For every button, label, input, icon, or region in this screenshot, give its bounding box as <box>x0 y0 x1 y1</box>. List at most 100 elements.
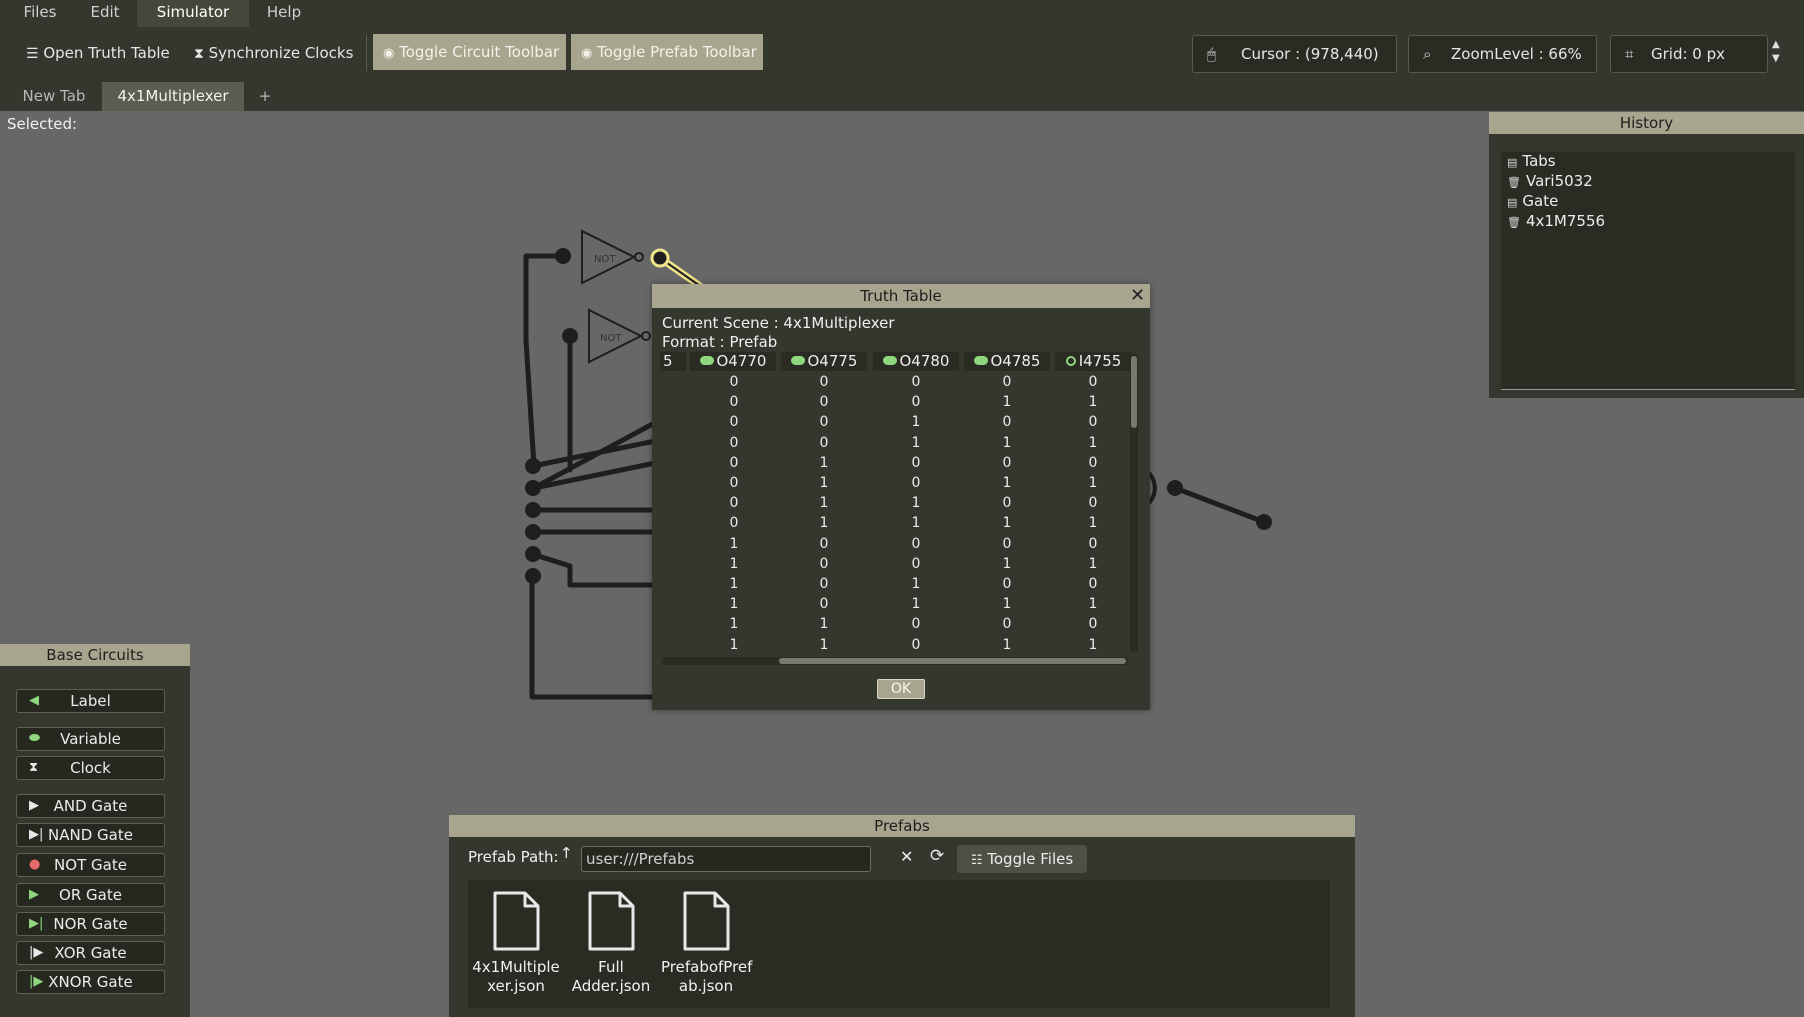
column-header-label: O4780 <box>899 352 950 370</box>
truth-table-cell: 1 <box>1002 515 1012 532</box>
base-label-button[interactable]: ◀ Label <box>16 689 165 713</box>
prefab-file-name: PrefabofPref <box>661 958 753 976</box>
truth-table-cell: 1 <box>1002 475 1012 491</box>
base-nand-gate-button[interactable]: ▶| NAND Gate <box>16 823 165 847</box>
selected-wire[interactable] <box>650 248 707 292</box>
connection-point[interactable] <box>525 568 541 584</box>
file-edit-icon: ▤ <box>1507 196 1518 209</box>
toggle-icon <box>973 356 988 365</box>
history-item[interactable]: 🗑 Vari5032 <box>1507 172 1593 190</box>
truth-table-grid[interactable]: 5 O4770 O4775 O4780 O4785 I4755 0 0 0 0 0 0 0 0… <box>660 352 1132 652</box>
base-xor-gate-button[interactable]: |▶ XOR Gate <box>16 941 165 965</box>
connection-point[interactable] <box>1167 480 1183 496</box>
truth-table-cell: 0 <box>911 616 921 633</box>
connection-point[interactable] <box>525 524 541 540</box>
connection-point[interactable] <box>525 458 541 474</box>
wire <box>529 551 663 588</box>
connection-point[interactable] <box>525 546 541 562</box>
arrow-up-icon[interactable]: ↑ <box>560 844 573 862</box>
truth-table-row: 0 0 0 1 1 <box>660 392 1132 412</box>
truth-table-cell: 0 <box>911 454 921 471</box>
truth-table-row: 1 1 0 0 0 <box>660 614 1132 634</box>
truth-table-cell: 1 <box>1088 596 1098 613</box>
base-nor-gate-text: NOR Gate <box>53 915 128 933</box>
truth-table-cell: 1 <box>819 515 829 532</box>
truth-table-row: 1 0 1 0 0 <box>660 574 1132 594</box>
column-header[interactable]: O4775 <box>781 352 867 371</box>
not-gate[interactable]: NOT <box>588 308 651 364</box>
history-list[interactable]: ▤ Tabs 🗑 Vari5032 ▤ Gate 🗑 4x1M7556 <box>1501 152 1795 390</box>
truth-table-cell: 0 <box>819 374 829 390</box>
ok-button[interactable]: OK <box>877 679 925 699</box>
trash-icon: 🗑 <box>1507 216 1521 229</box>
xnor-gate-icon: |▶ <box>29 974 44 989</box>
prefab-file[interactable]: 4x1Multiple xer.json <box>471 890 561 996</box>
connection-point[interactable] <box>525 502 541 518</box>
truth-table-row: 0 1 0 0 0 <box>660 453 1132 473</box>
connection-point[interactable] <box>562 328 578 344</box>
base-xnor-gate-button[interactable]: |▶ XNOR Gate <box>16 970 165 994</box>
truth-table-cell: 0 <box>911 394 921 411</box>
scrollbar-thumb[interactable] <box>779 658 1126 664</box>
history-item[interactable]: ▤ Tabs <box>1507 152 1556 170</box>
base-not-gate-button[interactable]: ● NOT Gate <box>16 853 165 877</box>
not-gate[interactable]: NOT <box>581 229 644 285</box>
truth-table-cell: 0 <box>1002 454 1012 471</box>
truth-table-cell: 0 <box>1002 414 1012 431</box>
format-label: Format : Prefab <box>662 333 778 351</box>
wire <box>531 417 663 491</box>
column-header[interactable]: I4755 <box>1055 352 1132 371</box>
base-nor-gate-button[interactable]: ▶| NOR Gate <box>16 912 165 936</box>
truth-table-cell: 0 <box>911 555 921 572</box>
vertical-scrollbar[interactable] <box>1130 354 1138 652</box>
truth-table-cell: 1 <box>729 616 739 633</box>
base-variable-text: Variable <box>60 730 121 748</box>
connection-point[interactable] <box>525 480 541 496</box>
truth-table-cell: 0 <box>729 515 739 532</box>
wire <box>1172 485 1267 525</box>
base-or-gate-button[interactable]: ▶ OR Gate <box>16 883 165 907</box>
refresh-icon[interactable]: ⟳ <box>930 846 944 866</box>
clear-icon[interactable]: ✕ <box>900 847 913 866</box>
truth-table-cell: 0 <box>911 374 921 390</box>
column-header-label: O4770 <box>716 352 767 370</box>
base-or-gate-text: OR Gate <box>59 886 122 904</box>
prefab-file[interactable]: Full Adder.json <box>566 890 656 996</box>
column-header[interactable]: O4770 <box>690 352 776 371</box>
base-variable-button[interactable]: ⬬ Variable <box>16 727 165 751</box>
truth-table-cell: 1 <box>911 414 921 431</box>
prefab-path-input[interactable] <box>581 846 871 872</box>
or-gate-icon: ▶ <box>29 887 39 902</box>
truth-table-title[interactable]: Truth Table <box>652 284 1150 308</box>
base-circuits-title: Base Circuits <box>0 644 190 666</box>
truth-table-cell: 0 <box>729 394 739 411</box>
column-header[interactable]: 5 <box>660 352 686 371</box>
truth-table-cell: 0 <box>911 535 921 552</box>
prefab-file-ext: xer.json <box>487 977 545 995</box>
truth-table-header: 5 O4770 O4775 O4780 O4785 I4755 <box>660 352 1132 372</box>
scrollbar-thumb[interactable] <box>1131 356 1137 428</box>
connection-point[interactable] <box>555 248 571 264</box>
truth-table-cell: 0 <box>729 414 739 431</box>
connection-point[interactable] <box>1256 514 1272 530</box>
truth-table-row: 1 1 0 1 1 <box>660 635 1132 652</box>
not-gate-label: NOT <box>594 254 616 265</box>
truth-table-cell: 0 <box>729 495 739 512</box>
truth-table-cell: 1 <box>1002 596 1012 613</box>
close-icon[interactable]: ✕ <box>1130 284 1145 308</box>
base-label-text: Label <box>70 692 111 710</box>
toggle-files-button[interactable]: ☷ Toggle Files <box>957 845 1087 873</box>
not-gate-icon: ● <box>29 857 41 872</box>
base-and-gate-button[interactable]: ▶ AND Gate <box>16 794 165 818</box>
truth-table-cell: 1 <box>729 636 739 652</box>
history-item[interactable]: ▤ Gate <box>1507 192 1558 210</box>
horizontal-scrollbar[interactable] <box>662 657 1128 665</box>
column-header[interactable]: O4780 <box>873 352 959 371</box>
history-item[interactable]: 🗑 4x1M7556 <box>1507 212 1605 230</box>
prefab-file[interactable]: PrefabofPref ab.json <box>661 890 753 996</box>
truth-table-cell: 0 <box>819 434 829 451</box>
column-header[interactable]: O4785 <box>964 352 1050 371</box>
output-ring-icon <box>1065 355 1076 366</box>
truth-table-cell: 0 <box>819 394 829 411</box>
base-clock-button[interactable]: ⧗ Clock <box>16 756 165 780</box>
